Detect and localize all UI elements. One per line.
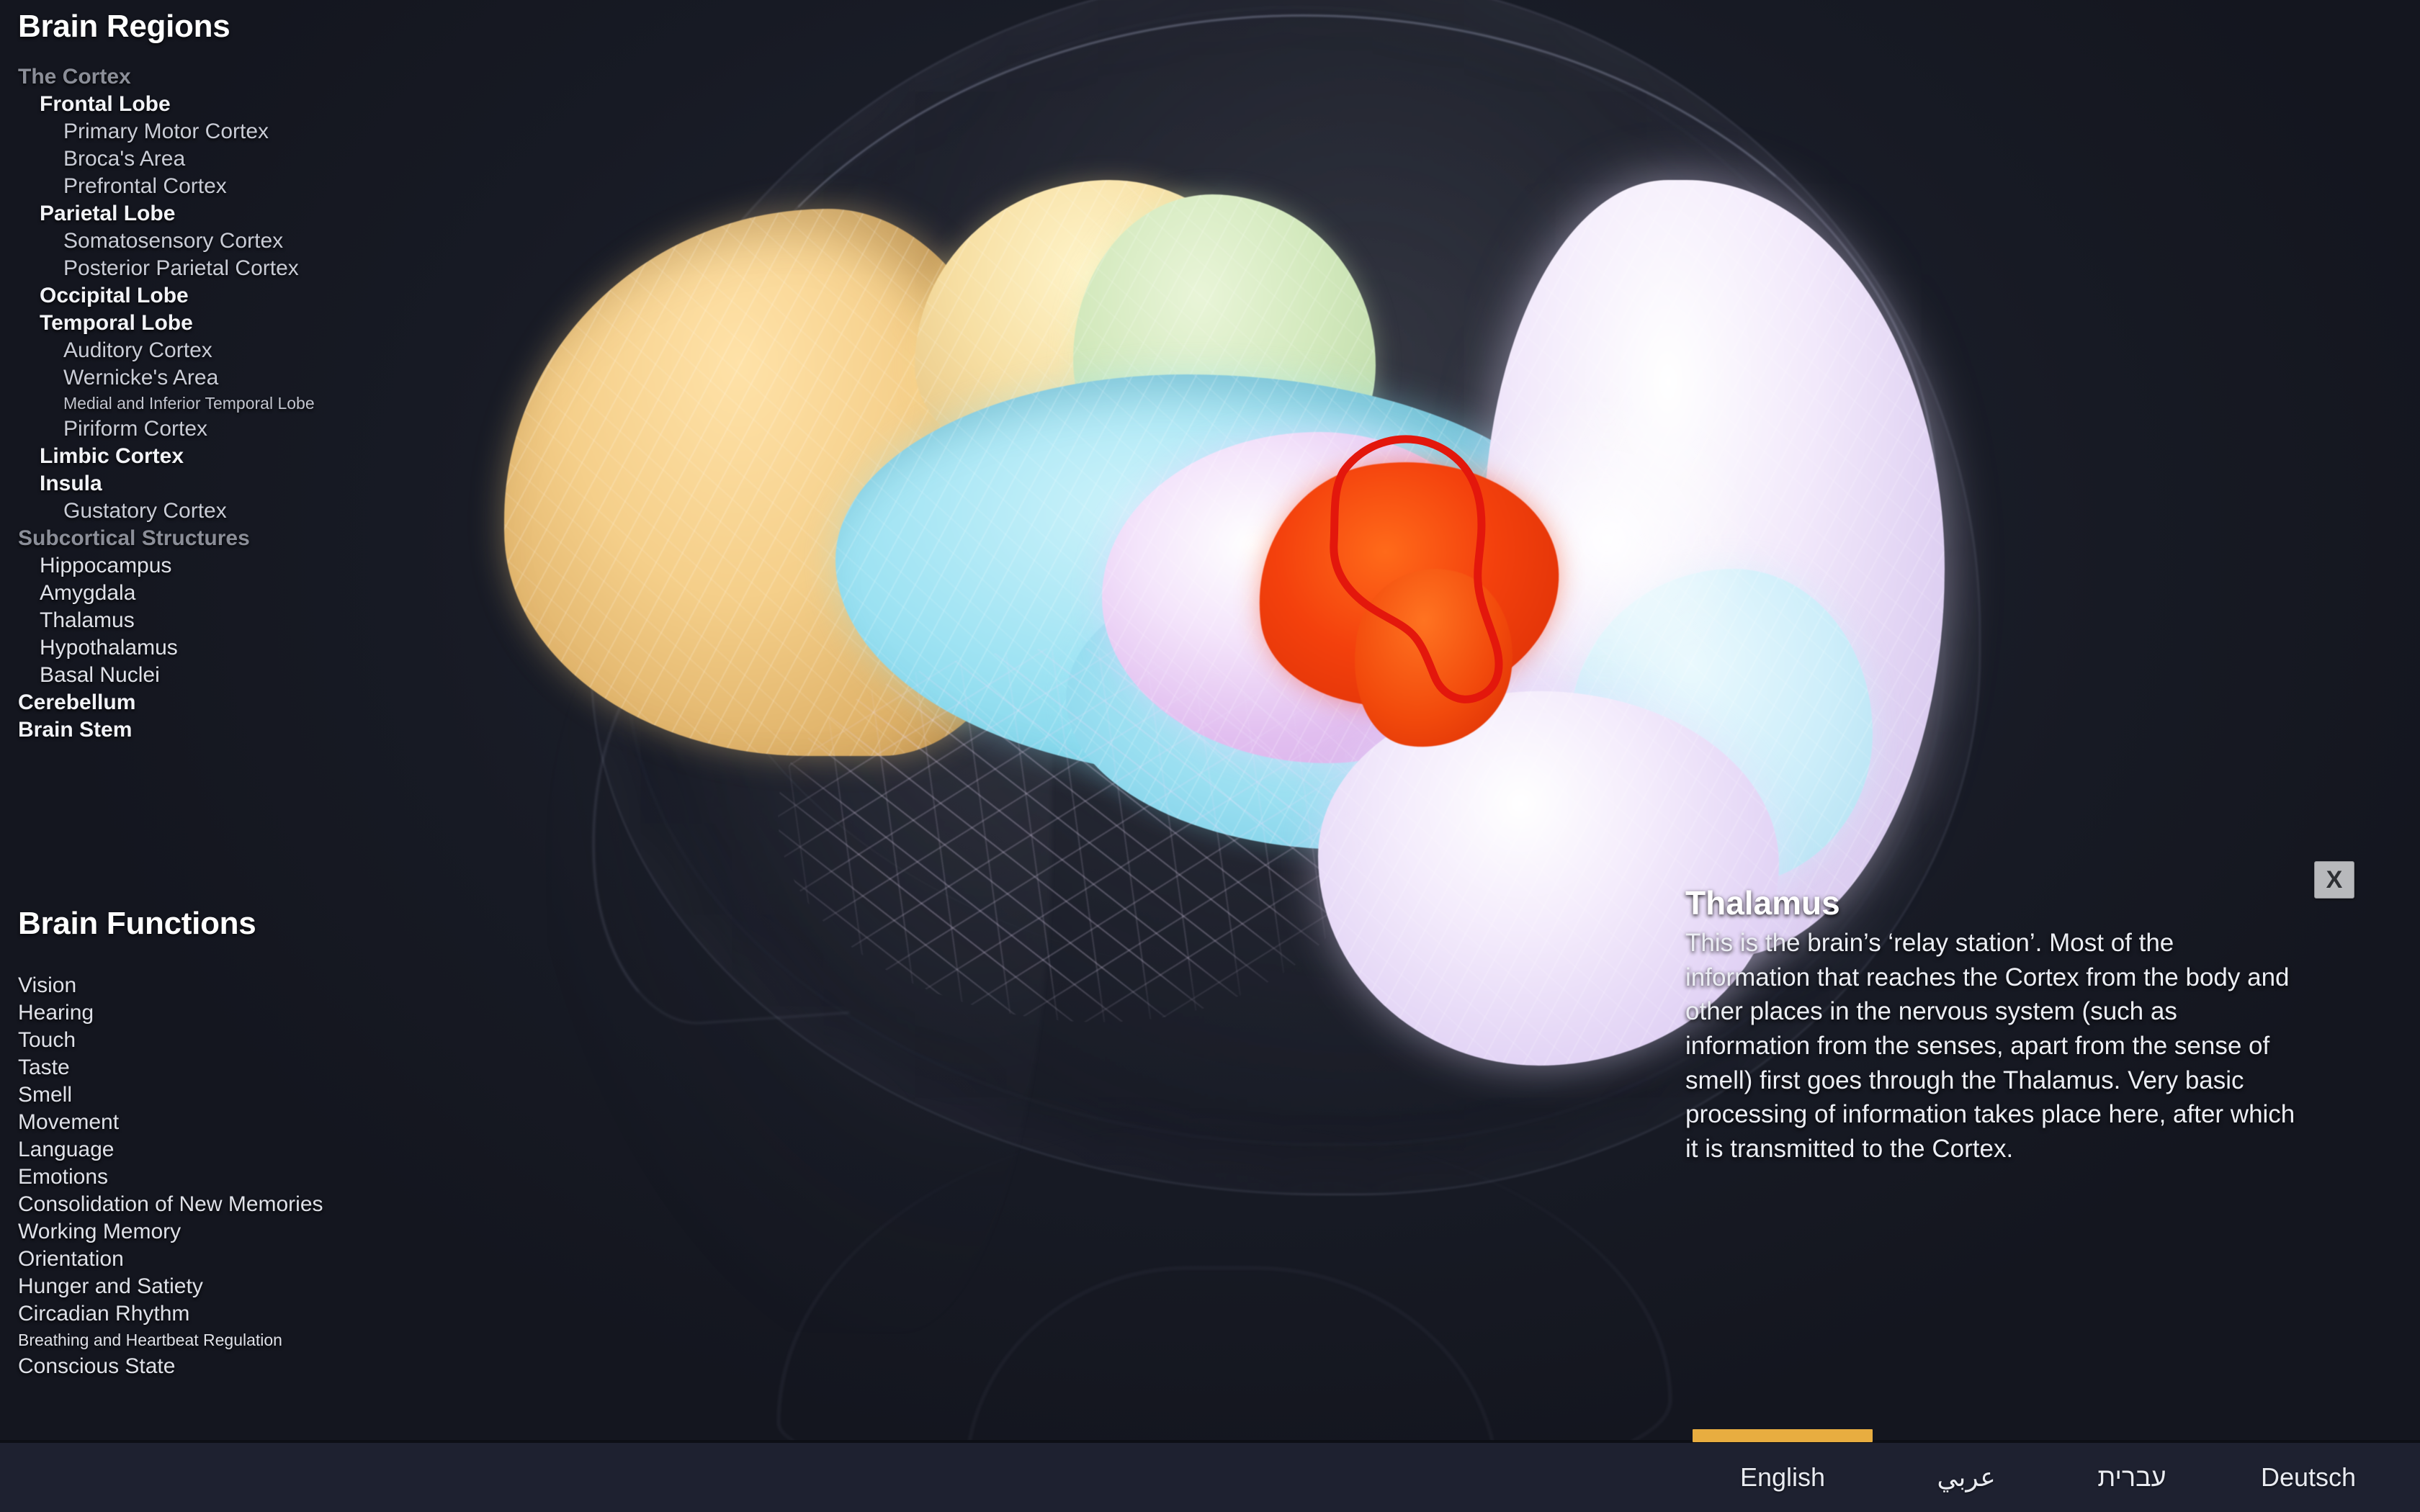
function-item-emotions[interactable]: Emotions [0,1164,447,1191]
brain-functions-title: Brain Functions [18,906,256,941]
region-item-temporal-lobe[interactable]: Temporal Lobe [0,310,447,337]
brain-regions-tree: The Cortex Frontal Lobe Primary Motor Cort… [0,63,447,744]
brain-explorer-app: Brain Regions The Cortex Frontal Lobe Prim… [0,0,2420,1512]
region-item-prefrontal-cortex[interactable]: Prefrontal Cortex [0,173,447,200]
close-icon[interactable]: X [2314,861,2354,899]
language-option-german[interactable]: Deutsch [2226,1462,2391,1493]
region-item-frontal-lobe[interactable]: Frontal Lobe [0,91,447,118]
language-label: Deutsch [2260,1462,2357,1492]
region-item-parietal-lobe[interactable]: Parietal Lobe [0,200,447,228]
region-item-somatosensory-cortex[interactable]: Somatosensory Cortex [0,228,447,255]
region-item-hypothalamus[interactable]: Hypothalamus [0,634,447,662]
region-info-description: This is the brain’s ‘relay station’. Mos… [1685,929,2295,1163]
region-item-gustatory-cortex[interactable]: Gustatory Cortex [0,498,447,525]
language-indicator [1894,1429,2038,1442]
function-item-language[interactable]: Language [0,1136,447,1164]
left-sidebar: Brain Regions The Cortex Frontal Lobe Prim… [0,0,447,1440]
region-item-hippocampus[interactable]: Hippocampus [0,552,447,580]
language-option-english[interactable]: English [1693,1429,1873,1493]
language-bar: English عربي עברית Deutsch [0,1429,2420,1512]
language-indicator [2226,1429,2391,1442]
function-item-vision[interactable]: Vision [0,972,447,999]
region-item-wernicke-s-area[interactable]: Wernicke's Area [0,364,447,392]
language-option-arabic[interactable]: عربي [1894,1462,2038,1493]
language-label: English [1739,1462,1826,1492]
function-item-movement[interactable]: Movement [0,1109,447,1136]
region-item-auditory-cortex[interactable]: Auditory Cortex [0,337,447,364]
function-item-hunger-and-satiety[interactable]: Hunger and Satiety [0,1273,447,1300]
function-item-conscious-state[interactable]: Conscious State [0,1353,447,1380]
region-info-panel: Thalamus This is the brain’s ‘relay stat… [1685,886,2334,1166]
function-item-circadian-rhythm[interactable]: Circadian Rhythm [0,1300,447,1328]
function-item-taste[interactable]: Taste [0,1054,447,1081]
region-item-amygdala[interactable]: Amygdala [0,580,447,607]
function-item-hearing[interactable]: Hearing [0,999,447,1027]
region-item-limbic-cortex[interactable]: Limbic Cortex [0,443,447,470]
region-item-medial-and-inferior-temporal-lobe[interactable]: Medial and Inferior Temporal Lobe [0,392,447,415]
brain-regions-title: Brain Regions [18,9,230,44]
language-label: عربي [1937,1462,1996,1492]
language-indicator [2060,1429,2204,1442]
brain-functions-list: Vision Hearing Touch Taste Smell Movement Lang… [0,972,447,1380]
function-item-consolidation-of-new-memories[interactable]: Consolidation of New Memories [0,1191,447,1218]
thalamus-selection-outline [1330,435,1503,703]
active-language-indicator [1693,1429,1873,1442]
function-item-breathing-and-heartbeat-regulation[interactable]: Breathing and Heartbeat Regulation [0,1328,447,1353]
region-item-primary-motor-cortex[interactable]: Primary Motor Cortex [0,118,447,145]
region-item-cerebellum[interactable]: Cerebellum [0,689,447,716]
region-item-piriform-cortex[interactable]: Piriform Cortex [0,415,447,443]
language-label: עברית [2097,1462,2166,1492]
region-info-title: Thalamus [1685,884,1840,922]
region-item-subcortical-structures: Subcortical Structures [18,526,250,550]
region-item-occipital-lobe[interactable]: Occipital Lobe [0,282,447,310]
region-item-thalamus[interactable]: Thalamus [0,607,447,634]
region-item-broca-s-area[interactable]: Broca's Area [0,145,447,173]
function-item-working-memory[interactable]: Working Memory [0,1218,447,1246]
language-option-hebrew[interactable]: עברית [2060,1462,2204,1493]
region-item-insula[interactable]: Insula [0,470,447,498]
function-item-orientation[interactable]: Orientation [0,1246,447,1273]
region-item-brain-stem[interactable]: Brain Stem [0,716,447,744]
region-item-basal-nuclei[interactable]: Basal Nuclei [0,662,447,689]
region-item-the-cortex: The Cortex [18,65,131,89]
region-item-posterior-parietal-cortex[interactable]: Posterior Parietal Cortex [0,255,447,282]
function-item-touch[interactable]: Touch [0,1027,447,1054]
function-item-smell[interactable]: Smell [0,1081,447,1109]
